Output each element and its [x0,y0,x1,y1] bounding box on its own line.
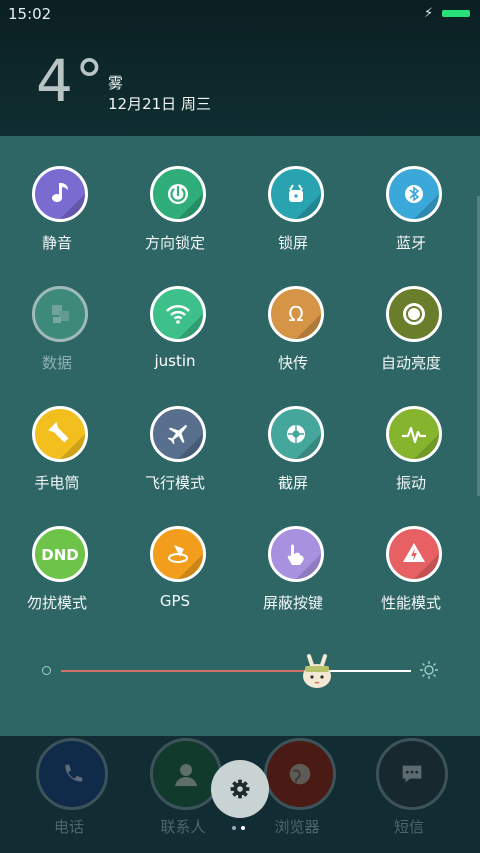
camera-aperture-icon [268,406,324,462]
contacts-icon [150,738,222,810]
tile-label: 屏蔽按键 [262,594,323,612]
svg-text:Ω: Ω [288,302,303,326]
header: 15:02 ⚡ 4° 雾 12月21日 周三 [0,0,480,136]
tile-orientation-lock[interactable]: 方向锁定 [119,166,237,266]
omega-icon: Ω [268,286,324,342]
airplane-icon [150,406,206,462]
brightness-min-icon [42,666,51,675]
tile-quick-transfer[interactable]: Ω 快传 [237,286,355,386]
flashlight-icon [32,406,88,462]
tile-auto-brightness[interactable]: 自动亮度 [355,286,473,386]
tile-do-not-disturb[interactable]: DND 勿扰模式 [1,526,119,626]
gps-icon [150,526,206,582]
dock-phone[interactable]: 电话 [10,736,130,853]
svg-text:DND: DND [41,546,78,564]
tile-label: 锁屏 [277,234,308,252]
tile-label: 飞行模式 [144,474,205,492]
dock-label: 短信 [393,818,424,836]
tile-label: 数据 [41,354,72,372]
touch-block-icon [268,526,324,582]
tile-airplane-mode[interactable]: 飞行模式 [119,406,237,506]
messages-icon [376,738,448,810]
tile-label: 振动 [395,474,426,492]
weather-condition: 雾 [108,74,124,92]
dock-label: 电话 [53,818,84,836]
tile-vibrate[interactable]: 振动 [355,406,473,506]
tile-label: 勿扰模式 [26,594,87,612]
tile-flashlight[interactable]: 手电筒 [1,406,119,506]
date: 12月21日 周三 [108,95,211,113]
auto-brightness-icon [386,286,442,342]
dnd-icon: DND [32,526,88,582]
performance-icon [386,526,442,582]
dock-label: 联系人 [160,818,206,836]
tile-label: justin [154,352,196,370]
tile-label: 自动亮度 [380,354,441,372]
charging-icon: ⚡ [424,6,434,21]
wifi-icon [150,286,206,342]
brightness-track-filled[interactable] [61,670,311,672]
tile-data[interactable]: 数据 [1,286,119,386]
dock-messages[interactable]: 短信 [350,736,470,853]
gear-icon [230,779,250,799]
tile-mute[interactable]: 静音 [1,166,119,266]
tile-wifi[interactable]: justin [119,286,237,386]
settings-button[interactable] [211,760,269,818]
dock-label: 浏览器 [274,818,320,836]
tile-label: 方向锁定 [144,234,205,252]
tile-bluetooth[interactable]: 蓝牙 [355,166,473,266]
quick-settings-panel: 静音 方向锁定 锁屏 蓝牙 数据 justin Ω 快传 自动亮度 手电筒 飞行… [0,136,480,736]
vibrate-icon [386,406,442,462]
bluetooth-icon [386,166,442,222]
tile-label: 手电筒 [34,474,80,492]
brightness-slider-thumb[interactable] [300,652,334,690]
battery-icon [442,10,470,17]
phone-icon [36,738,108,810]
data-icon [32,286,88,342]
tile-screenshot[interactable]: 截屏 [237,406,355,506]
music-note-icon [32,166,88,222]
tile-block-keys[interactable]: 屏蔽按键 [237,526,355,626]
tile-lock-screen[interactable]: 锁屏 [237,166,355,266]
lock-icon [268,166,324,222]
page-indicator [232,826,248,832]
power-lock-icon [150,166,206,222]
tile-performance-mode[interactable]: 性能模式 [355,526,473,626]
tile-label: 截屏 [277,474,308,492]
tile-label: 性能模式 [380,594,441,612]
tile-gps[interactable]: GPS [119,526,237,626]
brightness-max-icon [420,661,438,679]
tile-label: 蓝牙 [395,234,426,252]
tile-label: GPS [159,592,191,610]
status-time: 15:02 [8,5,52,23]
tile-label: 静音 [41,234,72,252]
temperature[interactable]: 4° [36,48,106,114]
tile-label: 快传 [277,354,308,372]
browser-icon [264,738,336,810]
